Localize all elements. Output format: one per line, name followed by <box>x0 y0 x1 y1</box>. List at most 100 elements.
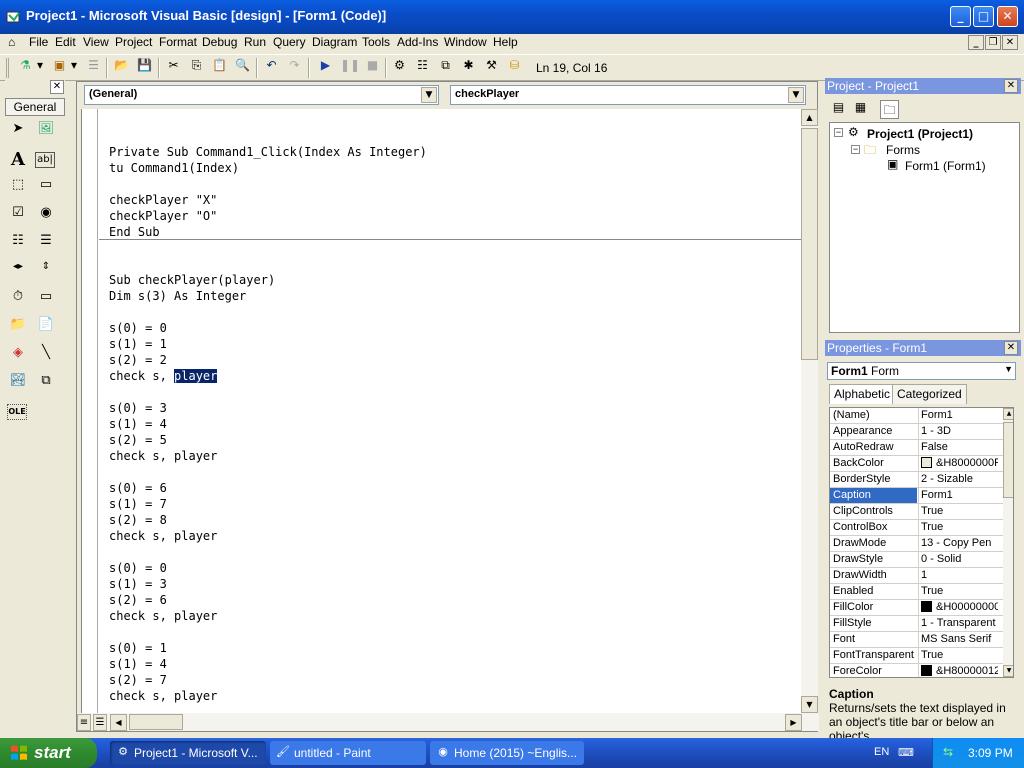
menu-format[interactable]: Format <box>157 35 199 49</box>
properties-title[interactable]: Properties - Form1 <box>825 340 1021 356</box>
chevron-down-icon[interactable]: ▼ <box>421 87 437 103</box>
combobox-icon[interactable]: ☷ <box>7 233 29 255</box>
toolbar-grip[interactable] <box>6 58 9 78</box>
scroll-up-icon[interactable]: ▲ <box>801 109 818 126</box>
property-value-color[interactable]: &H8000000F <box>918 456 998 471</box>
close-button[interactable]: ✕ <box>997 6 1018 27</box>
optionbutton-icon[interactable]: ◉ <box>35 205 57 227</box>
code-line[interactable]: Sub checkPlayer(player) <box>109 272 275 288</box>
task-vb[interactable]: ⚙ Project1 - Microsoft V... <box>110 741 266 765</box>
title-bar[interactable]: Project1 - Microsoft Visual Basic [desig… <box>0 0 1024 34</box>
property-value[interactable]: 1 <box>918 568 998 583</box>
picturebox-icon[interactable]: 🖼 <box>35 121 57 143</box>
code-line[interactable]: s(1) = 3 <box>109 576 167 592</box>
cut-icon[interactable]: ✂ <box>164 58 183 77</box>
listbox-icon[interactable]: ☰ <box>35 233 57 255</box>
scroll-right-icon[interactable]: ▶ <box>785 714 802 731</box>
property-row[interactable]: FillColor &H00000000 <box>830 600 1013 616</box>
code-line[interactable]: s(2) = 2 <box>109 352 167 368</box>
end-icon[interactable]: ■ <box>363 58 382 77</box>
toolbox-tab-general[interactable]: General <box>5 98 65 116</box>
property-row[interactable]: ControlBox True <box>830 520 1013 536</box>
menu-debug[interactable]: Debug <box>200 35 239 49</box>
dirlistbox-icon[interactable]: 📁 <box>7 317 29 339</box>
scroll-down-icon[interactable]: ▼ <box>801 696 818 713</box>
scroll-thumb[interactable] <box>801 128 818 360</box>
keyboard-icon[interactable]: ⌨ <box>898 746 914 759</box>
maximize-button[interactable]: □ <box>973 6 994 27</box>
property-value[interactable]: 1 - 3D <box>918 424 998 439</box>
code-line[interactable]: s(1) = 4 <box>109 656 167 672</box>
code-horizontal-scrollbar[interactable]: ≡ ☰ ◀ ▶ <box>77 713 819 731</box>
toolbox-close-button[interactable]: ✕ <box>50 80 64 94</box>
form-layout-icon[interactable]: ⧉ <box>436 58 455 77</box>
code-vertical-scrollbar[interactable]: ▲ ▼ <box>801 109 818 713</box>
minimize-button[interactable]: _ <box>950 6 971 27</box>
code-line[interactable]: checkPlayer "X" <box>109 192 217 208</box>
property-value[interactable]: True <box>918 584 998 599</box>
commandbutton-icon[interactable]: ▭ <box>35 177 57 199</box>
mdi-system-icon[interactable]: ⌂ <box>6 35 17 49</box>
menu-diagram[interactable]: Diagram <box>310 35 359 49</box>
project-explorer-title[interactable]: Project - Project1 <box>825 78 1021 94</box>
property-scrollbar[interactable]: ▲ ▼ <box>1003 408 1013 677</box>
toggle-folders-icon[interactable]: 🗀 <box>880 100 899 119</box>
property-value[interactable]: False <box>918 440 998 455</box>
hscrollbar-icon[interactable]: ◂▸ <box>7 261 29 283</box>
code-line[interactable]: s(1) = 1 <box>109 336 167 352</box>
scroll-up-icon[interactable]: ▲ <box>1003 408 1013 420</box>
scroll-left-icon[interactable]: ◀ <box>110 714 127 731</box>
property-value-color[interactable]: &H80000012 <box>918 664 998 677</box>
scroll-thumb[interactable] <box>129 714 183 730</box>
label-icon[interactable]: A <box>7 149 29 171</box>
clock[interactable]: 3:09 PM <box>968 746 1013 760</box>
task-chrome[interactable]: ◉ Home (2015) ~Englis... <box>430 741 584 765</box>
line-icon[interactable]: ╲ <box>35 345 57 367</box>
tree-item-form1[interactable]: Form1 (Form1) <box>905 159 986 173</box>
property-row[interactable]: DrawWidth 1 <box>830 568 1013 584</box>
code-line[interactable]: s(0) = 1 <box>109 640 167 656</box>
vscrollbar-icon[interactable]: ⇕ <box>35 261 57 283</box>
code-line[interactable]: check s, player <box>109 608 217 624</box>
save-icon[interactable]: 💾 <box>135 58 154 77</box>
procedure-combo[interactable]: checkPlayer ▼ <box>450 85 806 105</box>
copy-icon[interactable]: ⎘ <box>187 58 206 77</box>
object-selector[interactable]: Form1 Form ▼ <box>827 362 1016 380</box>
task-paint[interactable]: 🖌 untitled - Paint <box>270 741 426 765</box>
checkbox-icon[interactable]: ☑ <box>7 205 29 227</box>
property-value[interactable]: True <box>918 520 998 535</box>
timer-icon[interactable]: ⏱ <box>7 289 29 311</box>
project-close-button[interactable]: ✕ <box>1004 79 1018 93</box>
menu-add-ins[interactable]: Add-Ins <box>395 35 440 49</box>
code-line[interactable]: Dim s(3) As Integer <box>109 288 246 304</box>
add-form-icon[interactable]: ▣ <box>50 58 69 77</box>
code-line[interactable]: s(1) = 7 <box>109 496 167 512</box>
menu-editor-icon[interactable]: ☰ <box>84 58 103 77</box>
tab-categorized[interactable]: Categorized <box>892 384 967 404</box>
network-icon[interactable]: ⇆ <box>943 745 953 759</box>
menu-edit[interactable]: Edit <box>53 35 78 49</box>
menu-help[interactable]: Help <box>491 35 520 49</box>
filelistbox-icon[interactable]: 📄 <box>35 317 57 339</box>
property-row[interactable]: (Name) Form1 <box>830 408 1013 424</box>
property-row[interactable]: Enabled True <box>830 584 1013 600</box>
properties-close-button[interactable]: ✕ <box>1004 341 1018 355</box>
frame-icon[interactable]: ⬚ <box>7 177 29 199</box>
data-view-icon[interactable]: ⛁ <box>505 58 524 77</box>
open-icon[interactable]: 📂 <box>112 58 131 77</box>
property-value[interactable]: 2 - Sizable <box>918 472 998 487</box>
code-line[interactable]: checkPlayer "O" <box>109 208 217 224</box>
property-value[interactable]: Form1 <box>918 488 998 503</box>
scroll-thumb[interactable] <box>1003 422 1013 498</box>
textbox-icon[interactable]: ab| <box>35 152 55 168</box>
property-row[interactable]: BackColor &H8000000F <box>830 456 1013 472</box>
menu-tools[interactable]: Tools <box>360 35 392 49</box>
procedure-view-icon[interactable]: ≡ <box>77 714 91 731</box>
code-line[interactable]: s(2) = 5 <box>109 432 167 448</box>
property-row[interactable]: FontTransparent True <box>830 648 1013 664</box>
code-line-with-selection[interactable]: check s, player <box>109 368 218 384</box>
property-row[interactable]: Appearance 1 - 3D <box>830 424 1013 440</box>
code-line[interactable]: s(2) = 6 <box>109 592 167 608</box>
property-value[interactable]: 1 - Transparent <box>918 616 998 631</box>
data-icon[interactable]: ⧉ <box>35 373 57 395</box>
